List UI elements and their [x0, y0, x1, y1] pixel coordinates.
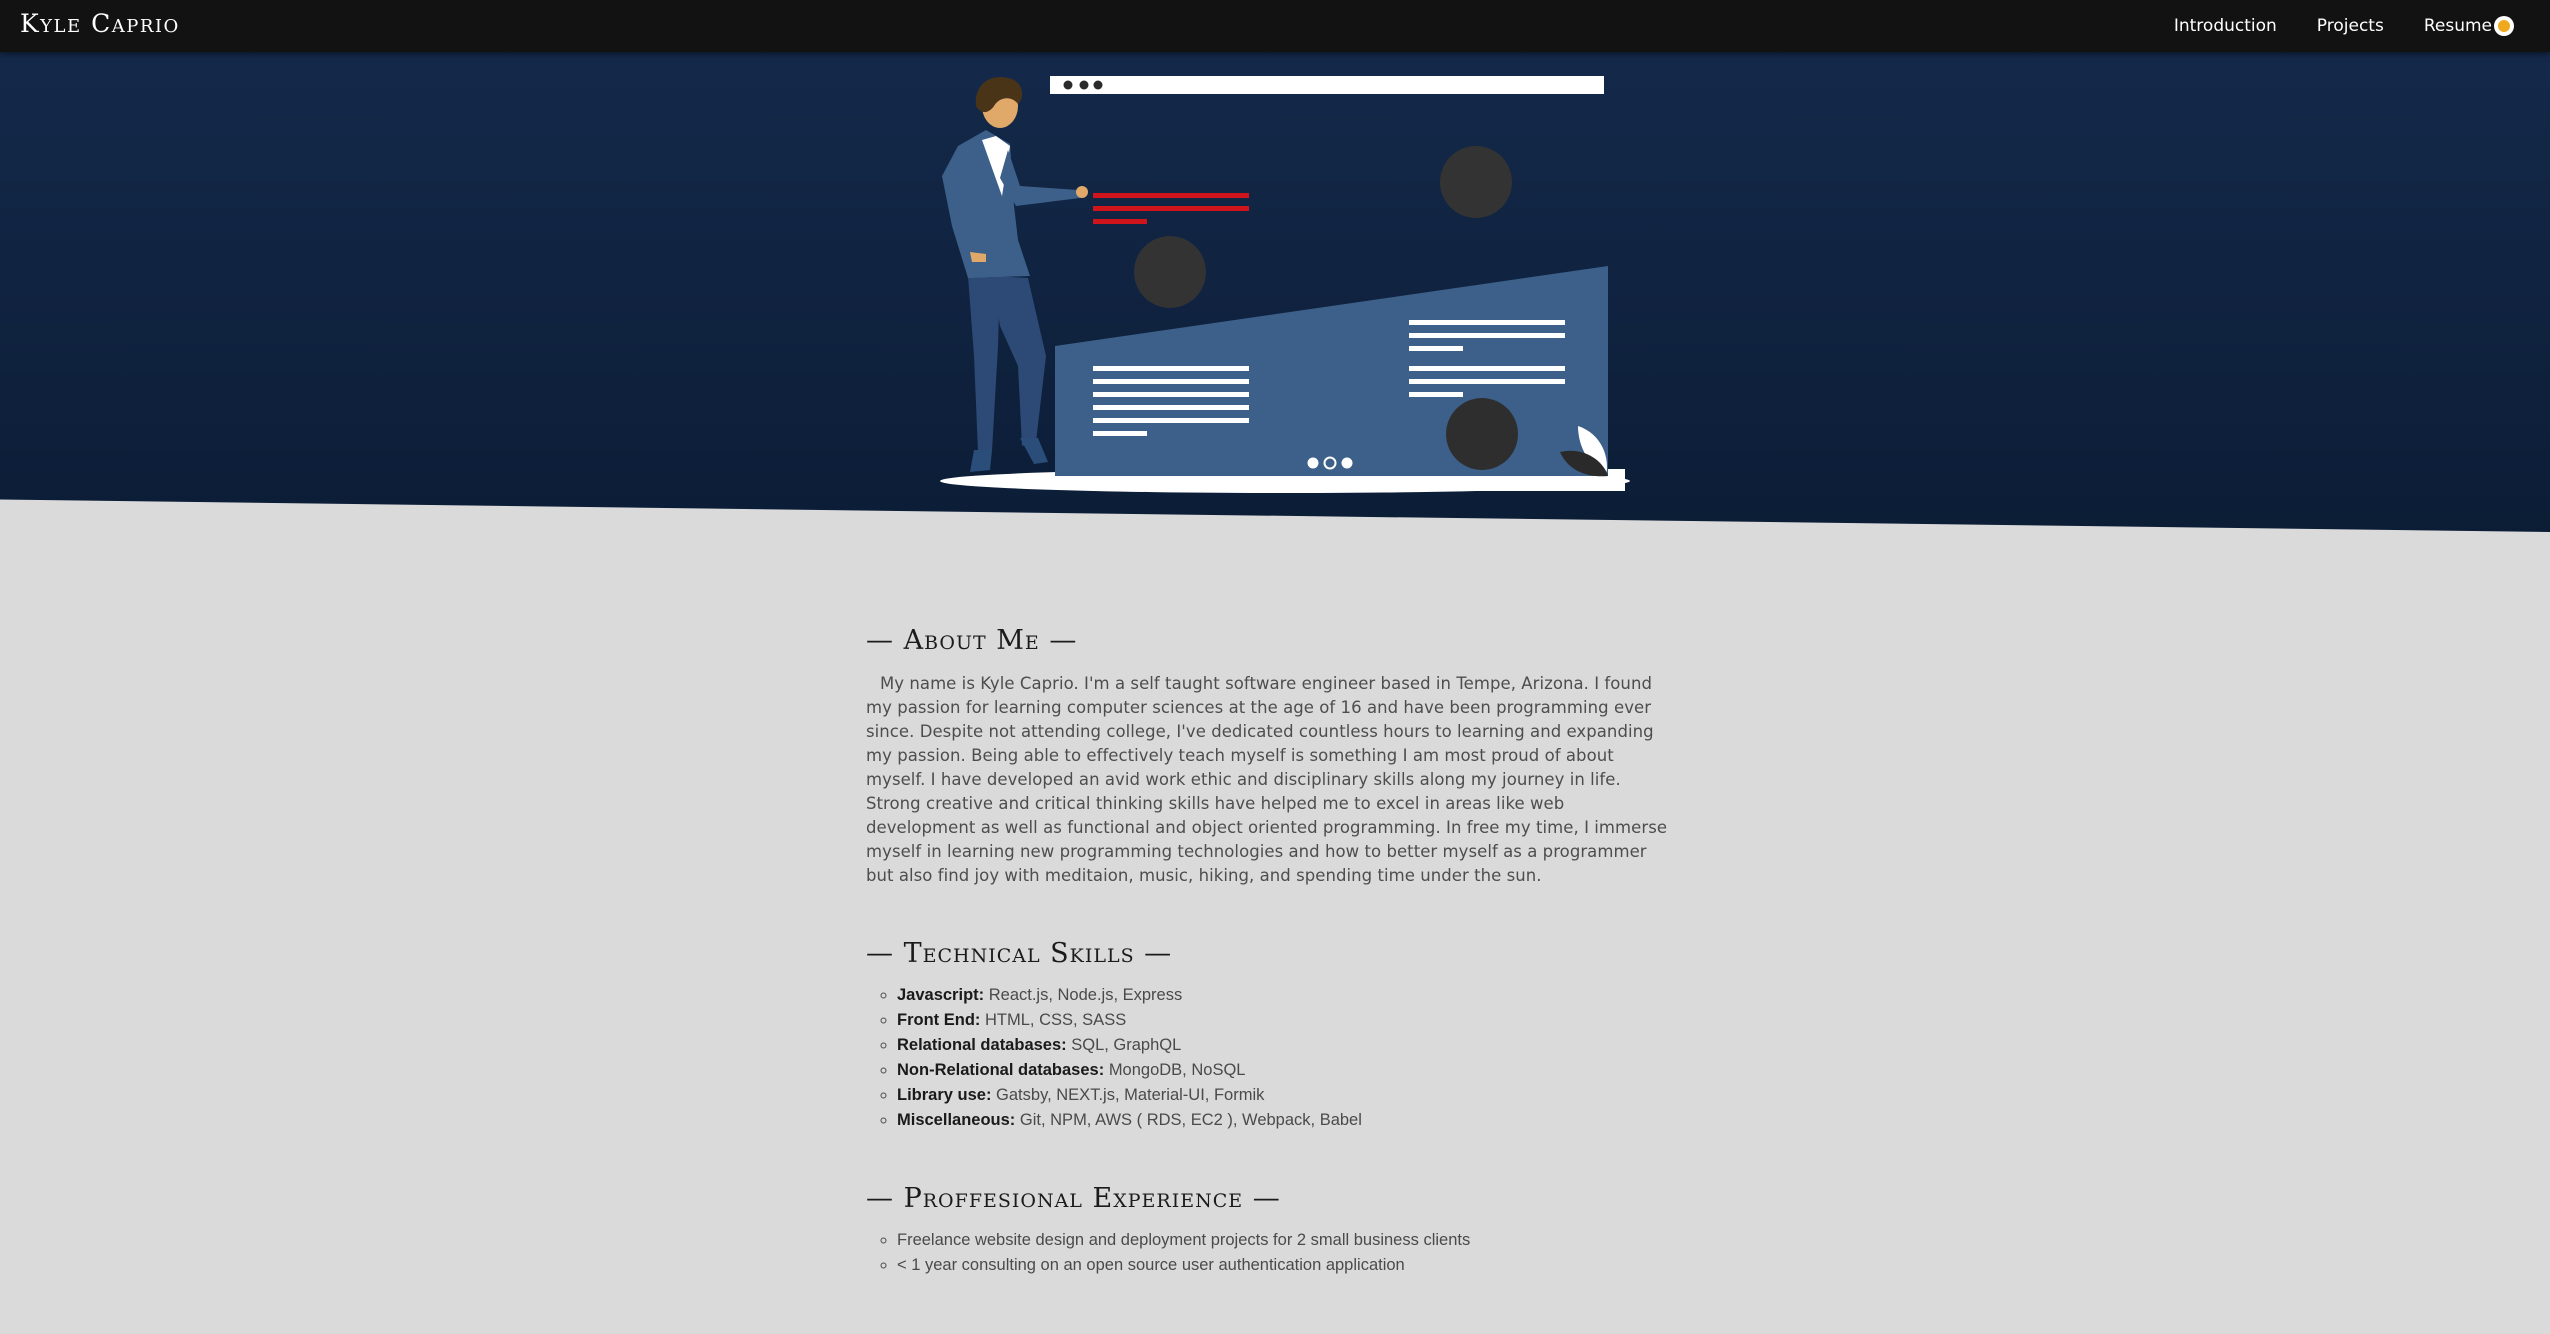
sun-toggle-icon[interactable] [2494, 16, 2514, 36]
browser-dot [1093, 80, 1103, 90]
carousel-dot [1323, 456, 1337, 470]
navbar: Kyle Caprio Introduction Projects Resume [0, 0, 2550, 52]
experience-list: Freelance website design and deployment … [866, 1228, 1676, 1278]
text-line [1093, 431, 1147, 436]
site-brand[interactable]: Kyle Caprio [20, 9, 180, 38]
list-item: Front End: HTML, CSS, SASS [897, 1008, 1676, 1033]
text-line [1093, 379, 1249, 384]
main-content: — About Me — My name is Kyle Caprio. I'm… [866, 625, 1676, 1278]
list-item: Library use: Gatsby, NEXT.js, Material-U… [897, 1083, 1676, 1108]
dark-circle [1446, 398, 1518, 470]
dark-circle [1134, 236, 1206, 308]
text-line [1409, 366, 1565, 371]
nav-links: Introduction Projects Resume [2134, 0, 2492, 52]
toggle-knob [2498, 20, 2510, 32]
text-line [1409, 320, 1565, 325]
text-line [1093, 366, 1249, 371]
skills-title: — Technical Skills — [866, 938, 1173, 969]
text-line [1409, 346, 1463, 351]
list-item: Miscellaneous: Git, NPM, AWS ( RDS, EC2 … [897, 1108, 1676, 1133]
text-line [1093, 418, 1249, 423]
nav-link-introduction[interactable]: Introduction [2174, 16, 2277, 36]
red-line [1093, 206, 1249, 211]
text-line [1409, 333, 1565, 338]
list-item: < 1 year consulting on an open source us… [897, 1253, 1676, 1278]
dark-circle [1440, 146, 1512, 218]
carousel-dot [1307, 457, 1319, 469]
skills-list: Javascript: React.js, Node.js, Express F… [866, 983, 1676, 1133]
text-line [1093, 392, 1249, 397]
text-line [1409, 392, 1463, 397]
list-item: Freelance website design and deployment … [897, 1228, 1676, 1253]
list-item: Javascript: React.js, Node.js, Express [897, 983, 1676, 1008]
carousel-dot [1341, 457, 1353, 469]
about-title: — About Me — [866, 625, 1078, 656]
hero-illustration [940, 76, 1630, 493]
nav-link-projects[interactable]: Projects [2317, 16, 2384, 36]
browser-bar [1050, 76, 1604, 94]
text-line [1409, 379, 1565, 384]
red-line [1093, 219, 1147, 224]
nav-link-resume[interactable]: Resume [2424, 16, 2492, 36]
about-paragraph: My name is Kyle Caprio. I'm a self taugh… [866, 674, 1668, 885]
red-line [1093, 193, 1249, 198]
list-item: Non-Relational databases: MongoDB, NoSQL [897, 1058, 1676, 1083]
text-line [1093, 405, 1249, 410]
experience-title: — Proffesional Experience — [866, 1183, 1281, 1214]
browser-dot [1063, 80, 1073, 90]
list-item: Relational databases: SQL, GraphQL [897, 1033, 1676, 1058]
browser-dot [1079, 80, 1089, 90]
